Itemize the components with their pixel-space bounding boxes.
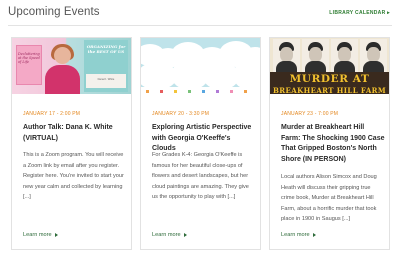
author-body bbox=[45, 65, 80, 94]
learn-more-link[interactable]: Learn more bbox=[152, 232, 187, 238]
color-dot bbox=[216, 90, 219, 93]
color-dot bbox=[174, 90, 177, 93]
event-date: JANUARY 17 - 2:00 PM bbox=[23, 111, 81, 117]
event-card-okeeffe-clouds[interactable]: JANUARY 20 - 3:30 PM Exploring Artistic … bbox=[140, 37, 261, 250]
badge-author-name: Dana K. White bbox=[97, 78, 115, 81]
color-dot bbox=[146, 90, 149, 93]
cloud-shape bbox=[233, 60, 260, 90]
portrait-coat bbox=[363, 61, 384, 72]
event-image-murder-book[interactable]: MURDER AT BREAKHEART HILL FARM bbox=[270, 38, 389, 94]
color-dot bbox=[188, 90, 191, 93]
event-card-author-talk[interactable]: Decluttering at the Speed of Life ORGANI… bbox=[11, 37, 132, 250]
event-description: This is a Zoom program. You will receive… bbox=[23, 152, 124, 200]
event-image-clouds[interactable] bbox=[141, 38, 260, 94]
color-dot bbox=[202, 90, 205, 93]
portrait-photo bbox=[360, 39, 387, 72]
author-face bbox=[54, 47, 71, 64]
portrait-photo bbox=[331, 39, 358, 72]
section-title: Upcoming Events bbox=[8, 6, 100, 18]
arrow-right-icon bbox=[54, 232, 58, 237]
event-date: JANUARY 20 - 3:30 PM bbox=[152, 111, 210, 117]
portrait-coat bbox=[334, 61, 355, 72]
book-title-banner: MURDER AT BREAKHEART HILL FARM bbox=[270, 72, 389, 94]
portrait-face bbox=[309, 47, 322, 62]
portrait-photo bbox=[302, 39, 329, 72]
arrow-right-icon bbox=[183, 232, 187, 237]
event-title[interactable]: Author Talk: Dana K. White (VIRTUAL) bbox=[23, 123, 127, 144]
book-subheadline: BREAKHEART HILL FARM bbox=[272, 86, 387, 94]
color-dot bbox=[244, 90, 247, 93]
book-cover-text: Decluttering at the Speed of Life bbox=[18, 52, 40, 64]
library-calendar-link[interactable]: LIBRARY CALENDAR ▸ bbox=[329, 10, 390, 16]
event-card-breakheart-murder[interactable]: MURDER AT BREAKHEART HILL FARM JANUARY 2… bbox=[269, 37, 390, 250]
book-headline: MURDER AT bbox=[289, 73, 370, 85]
portrait-face bbox=[367, 47, 380, 62]
badge-footer: Dana K. White bbox=[86, 74, 126, 88]
event-image-author-talk[interactable]: Decluttering at the Speed of Life ORGANI… bbox=[12, 38, 131, 94]
learn-more-label: Learn more bbox=[281, 232, 310, 238]
portrait-face bbox=[338, 47, 351, 62]
book-badge: ORGANIZING for the REST OF US Dana K. Wh… bbox=[84, 40, 128, 92]
color-dot bbox=[160, 90, 163, 93]
learn-more-link[interactable]: Learn more bbox=[281, 232, 316, 238]
portrait-photo bbox=[273, 39, 300, 72]
learn-more-label: Learn more bbox=[23, 232, 52, 238]
color-dot bbox=[230, 90, 233, 93]
badge-text: ORGANIZING for the REST OF US bbox=[86, 44, 126, 54]
portrait-face bbox=[280, 47, 293, 62]
event-description: For Grades K-4: Georgia O'Keeffe is famo… bbox=[152, 152, 249, 200]
event-title[interactable]: Murder at Breakheart Hill Farm: The Shoc… bbox=[281, 123, 385, 165]
event-description: Local authors Alison Simcox and Doug Hea… bbox=[281, 174, 377, 222]
header-divider bbox=[8, 25, 392, 26]
arrow-right-icon bbox=[312, 232, 316, 237]
event-date: JANUARY 23 - 7:00 PM bbox=[281, 111, 339, 117]
learn-more-link[interactable]: Learn more bbox=[23, 232, 58, 238]
learn-more-label: Learn more bbox=[152, 232, 181, 238]
book-cover-image: Decluttering at the Speed of Life bbox=[16, 45, 42, 85]
color-dot-strip bbox=[141, 87, 260, 94]
portrait-coat bbox=[276, 61, 297, 72]
portrait-coat bbox=[305, 61, 326, 72]
